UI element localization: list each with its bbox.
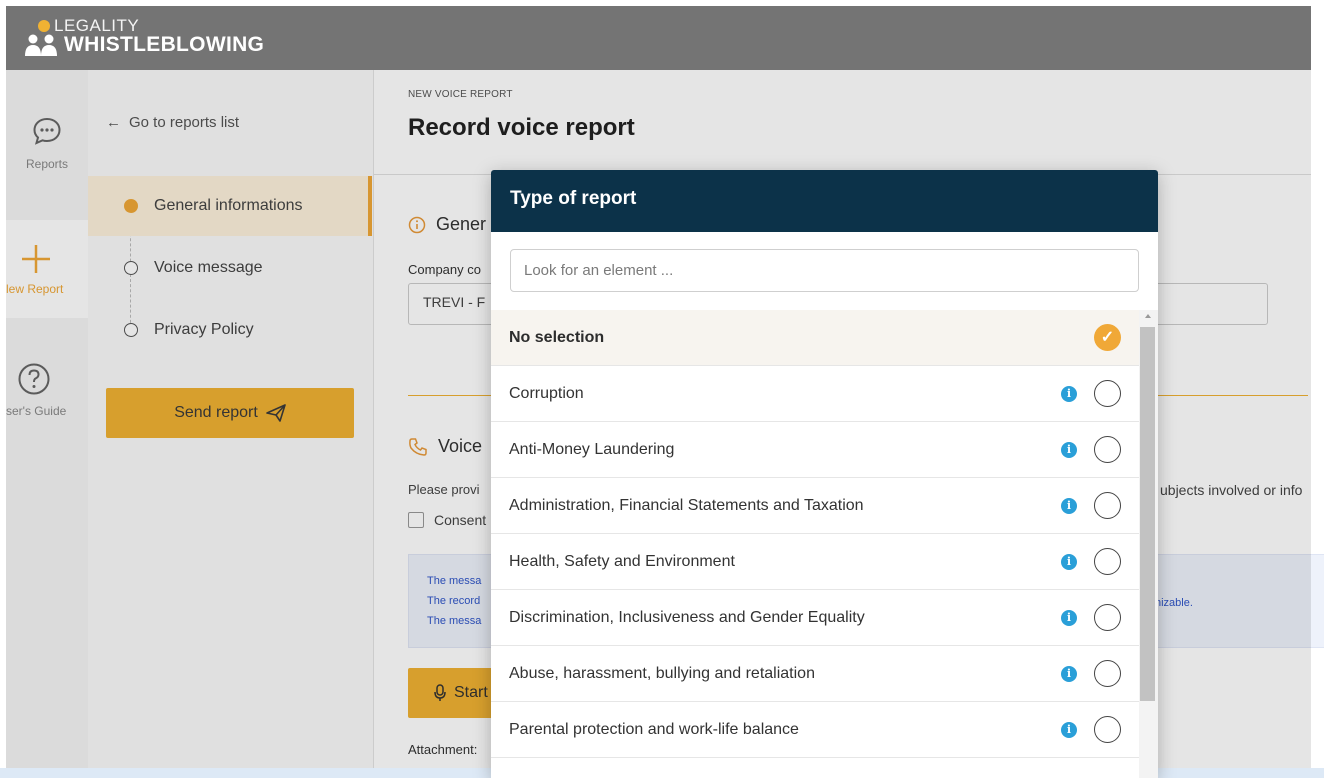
info-icon[interactable]: i: [1061, 610, 1077, 626]
option-label: Health, Safety and Environment: [509, 552, 735, 570]
brand-dot-icon: [38, 20, 50, 32]
option-label: Corruption: [509, 384, 584, 402]
info-icon[interactable]: i: [1061, 554, 1077, 570]
info-icon[interactable]: i: [1061, 386, 1077, 402]
scroll-up-arrow-icon[interactable]: [1145, 314, 1151, 318]
radio-icon[interactable]: [1094, 380, 1121, 407]
search-input[interactable]: [510, 249, 1139, 292]
option-discrimination-inclusiveness[interactable]: Discrimination, Inclusiveness and Gender…: [491, 590, 1139, 646]
info-icon[interactable]: i: [1061, 722, 1077, 738]
option-parental-protection[interactable]: Parental protection and work-life balanc…: [491, 702, 1139, 758]
option-label: Parental protection and work-life balanc…: [509, 720, 799, 738]
info-icon[interactable]: i: [1061, 498, 1077, 514]
top-bar: LEGALITY WHISTLEBLOWING: [6, 6, 1311, 70]
option-corruption[interactable]: Corruption i: [491, 366, 1139, 422]
option-health-safety-environment[interactable]: Health, Safety and Environment i: [491, 534, 1139, 590]
checkmark-icon[interactable]: ✓: [1094, 324, 1121, 351]
type-of-report-dialog: Type of report No selection ✓ Corruption…: [491, 170, 1158, 778]
radio-icon[interactable]: [1094, 548, 1121, 575]
option-administration-financial-taxation[interactable]: Administration, Financial Statements and…: [491, 478, 1139, 534]
dialog-title: Type of report: [491, 170, 1158, 232]
radio-icon[interactable]: [1094, 436, 1121, 463]
scrollbar-thumb[interactable]: [1140, 327, 1155, 701]
info-icon[interactable]: i: [1061, 442, 1077, 458]
option-label: No selection: [509, 328, 605, 346]
radio-icon[interactable]: [1094, 492, 1121, 519]
people-icon: [25, 34, 57, 56]
option-label: Anti-Money Laundering: [509, 440, 675, 458]
option-abuse-harassment[interactable]: Abuse, harassment, bullying and retaliat…: [491, 646, 1139, 702]
option-no-selection[interactable]: No selection ✓: [491, 310, 1139, 366]
app-root: LEGALITY WHISTLEBLOWING Reports lew Repo…: [0, 0, 1324, 778]
radio-icon[interactable]: [1094, 716, 1121, 743]
option-label: Discrimination, Inclusiveness and Gender…: [509, 608, 865, 626]
radio-icon[interactable]: [1094, 660, 1121, 687]
brand-bottom-text: WHISTLEBLOWING: [64, 33, 265, 56]
option-label: Administration, Financial Statements and…: [509, 496, 864, 514]
option-label: Abuse, harassment, bullying and retaliat…: [509, 664, 815, 682]
info-icon[interactable]: i: [1061, 666, 1077, 682]
option-anti-money-laundering[interactable]: Anti-Money Laundering i: [491, 422, 1139, 478]
radio-icon[interactable]: [1094, 604, 1121, 631]
